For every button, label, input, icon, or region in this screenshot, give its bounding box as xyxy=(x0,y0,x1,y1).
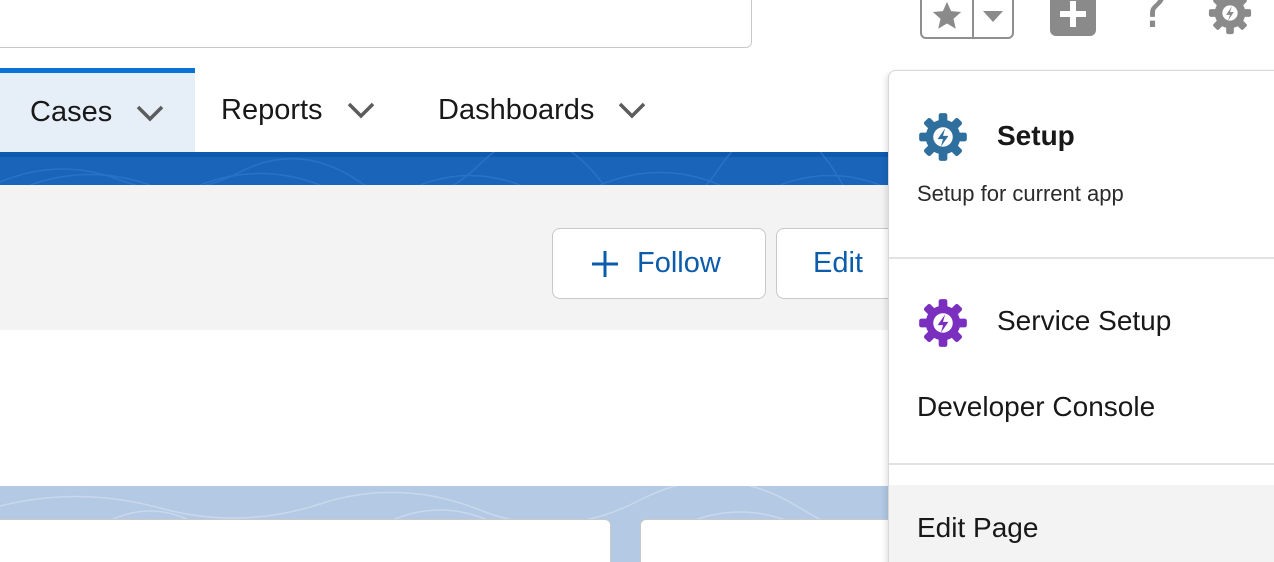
favorites-list-button[interactable] xyxy=(974,0,1012,37)
content-area xyxy=(0,330,900,486)
follow-button[interactable]: Follow xyxy=(552,228,766,299)
chevron-down-icon[interactable] xyxy=(347,101,375,119)
chevron-down-icon[interactable] xyxy=(136,104,164,122)
service-setup-label: Service Setup xyxy=(997,305,1172,336)
favorites-button[interactable] xyxy=(922,0,974,37)
edit-page-menu-item[interactable]: Edit Page xyxy=(889,485,1274,562)
setup-title: Setup xyxy=(997,120,1075,151)
content-card xyxy=(0,519,611,562)
setup-gear-button[interactable] xyxy=(1206,0,1254,36)
record-header: Follow Edit xyxy=(0,185,916,330)
help-icon[interactable]: ? xyxy=(1140,0,1168,36)
brand-band xyxy=(0,152,900,185)
tab-dashboards[interactable]: Dashboards xyxy=(438,68,646,152)
navigation-bar: Cases Reports Dashboards xyxy=(0,68,900,152)
service-setup-gear-icon xyxy=(919,299,967,347)
plus-icon xyxy=(1060,1,1086,27)
chevron-down-icon[interactable] xyxy=(618,101,646,119)
developer-console-label: Developer Console xyxy=(917,391,1156,422)
developer-console-menu-item[interactable]: Developer Console xyxy=(889,387,1274,431)
menu-divider xyxy=(889,257,1274,259)
plus-icon xyxy=(591,250,619,278)
global-search-box[interactable] xyxy=(0,0,752,48)
setup-menu-dropdown: Setup Setup for current app Service Setu… xyxy=(888,70,1274,562)
setup-menu-item[interactable]: Setup Setup for current app xyxy=(889,111,1274,261)
setup-gear-icon xyxy=(919,113,967,161)
tab-label: Cases xyxy=(30,96,113,128)
caret-down-icon xyxy=(983,10,1003,22)
favorites-button-group xyxy=(920,0,1014,39)
gear-icon xyxy=(1208,0,1252,35)
global-actions-button[interactable] xyxy=(1050,0,1096,36)
tab-reports[interactable]: Reports xyxy=(221,68,375,152)
star-icon xyxy=(932,1,962,29)
service-setup-menu-item[interactable]: Service Setup xyxy=(889,297,1274,349)
menu-divider xyxy=(889,463,1274,465)
setup-description: Setup for current app xyxy=(917,181,1124,206)
edit-page-label: Edit Page xyxy=(917,512,1039,543)
tab-label: Dashboards xyxy=(438,93,595,126)
follow-label: Follow xyxy=(637,247,721,279)
edit-label: Edit xyxy=(813,247,863,279)
tab-label: Reports xyxy=(221,93,323,126)
tab-cases[interactable]: Cases xyxy=(0,68,195,152)
